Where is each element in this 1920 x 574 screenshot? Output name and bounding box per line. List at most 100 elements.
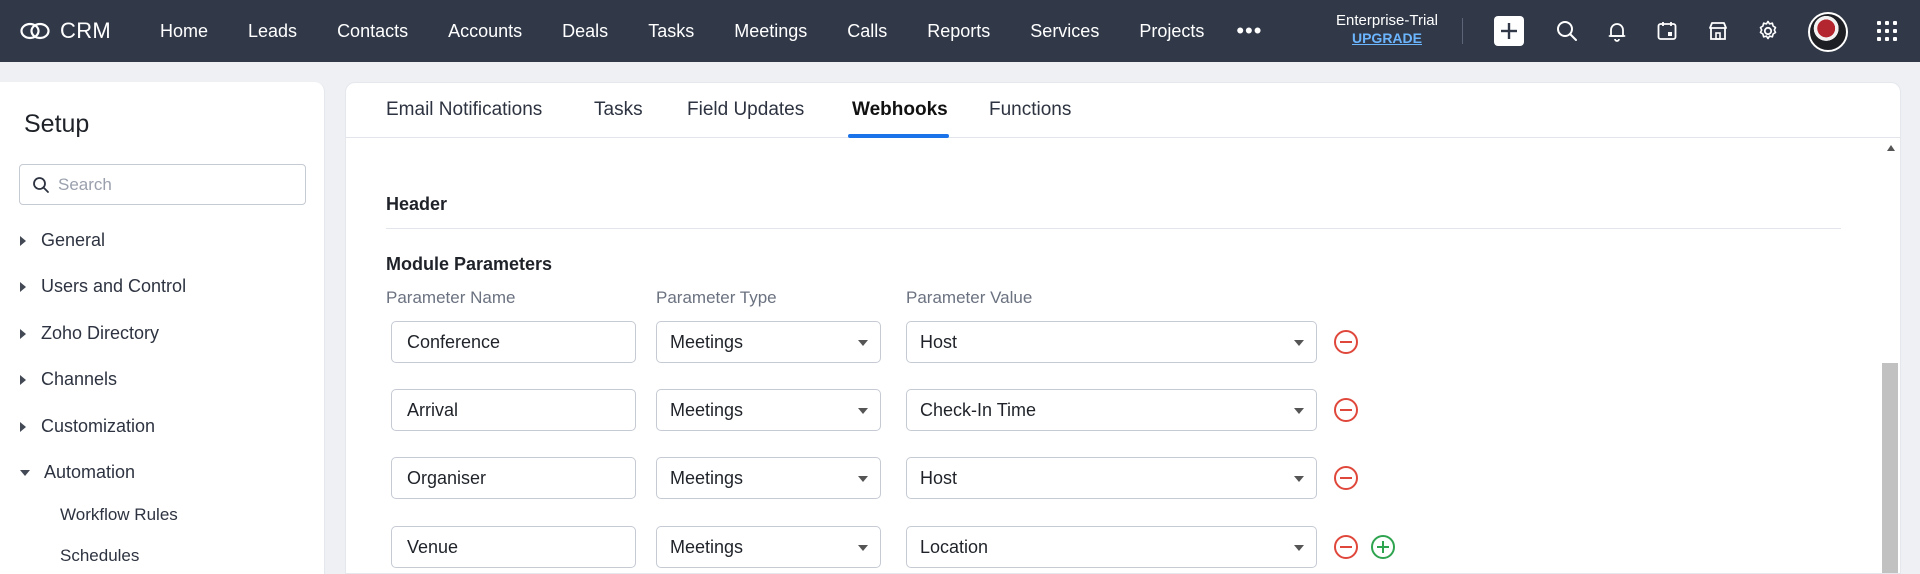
remove-row-button[interactable] [1334,398,1358,422]
scrollbar-thumb[interactable] [1882,363,1898,573]
scroll-up-arrow-icon[interactable] [1887,145,1895,151]
section-divider [386,228,1841,229]
nav-accounts[interactable]: Accounts [448,0,522,62]
nav-calls[interactable]: Calls [847,0,887,62]
parameter-value-select[interactable]: Host [906,457,1317,499]
remove-row-button[interactable] [1334,330,1358,354]
sidebar-item-automation[interactable]: Automation [20,462,135,483]
search-icon [33,176,49,193]
sidebar-item-users-and-control[interactable]: Users and Control [20,276,186,297]
divider [1462,18,1463,44]
sidebar-item-customization[interactable]: Customization [20,416,155,437]
plan-label: Enterprise-Trial [1336,12,1438,29]
sidebar-subitem-schedules[interactable]: Schedules [60,546,139,566]
select-value: Meetings [670,536,744,557]
parameter-type-select[interactable]: Meetings [656,457,881,499]
crm-logo-icon [20,22,50,40]
sidebar-search-input[interactable] [58,174,288,195]
store-icon[interactable] [1706,19,1730,43]
more-icon[interactable]: ••• [1236,20,1262,42]
chevron-down-icon [1294,340,1304,346]
expand-arrow-icon [20,421,26,432]
sidebar-item-label: General [41,230,106,250]
chevron-down-icon [1294,545,1304,551]
main-panel: Email Notifications Tasks Field Updates … [345,82,1901,574]
sidebar-item-zoho-directory[interactable]: Zoho Directory [20,323,159,344]
nav-tasks[interactable]: Tasks [648,0,694,62]
expand-arrow-icon [20,374,26,385]
chevron-down-icon [858,545,868,551]
column-header-parameter-name: Parameter Name [386,288,516,307]
sidebar-title: Setup [24,110,90,138]
parameter-value-select[interactable]: Host [906,321,1317,363]
select-value: Check-In Time [920,399,1037,420]
tab-bar: Email Notifications Tasks Field Updates … [346,83,1900,138]
sidebar-item-label: Users and Control [41,276,187,296]
trial-info: Enterprise-Trial UPGRADE [1326,12,1448,46]
module-parameters-title: Module Parameters [386,254,553,274]
parameter-name-input[interactable] [391,526,636,568]
chevron-down-icon [858,340,868,346]
add-row-button[interactable] [1371,535,1395,559]
upgrade-link[interactable]: UPGRADE [1326,30,1448,46]
nav-leads[interactable]: Leads [248,0,297,62]
parameter-name-input[interactable] [391,321,636,363]
select-value: Location [920,536,989,557]
chevron-down-icon [1294,476,1304,482]
sidebar-search[interactable] [19,164,306,205]
expand-arrow-icon [20,281,26,292]
tab-webhooks[interactable]: Webhooks [852,99,948,121]
nav-meetings[interactable]: Meetings [734,0,807,62]
nav-projects[interactable]: Projects [1139,0,1204,62]
nav-services[interactable]: Services [1030,0,1099,62]
select-value: Meetings [670,331,744,352]
parameter-type-select[interactable]: Meetings [656,321,881,363]
nav-reports[interactable]: Reports [927,0,990,62]
nav-contacts[interactable]: Contacts [337,0,408,62]
tab-email-notifications[interactable]: Email Notifications [386,99,542,121]
sidebar-item-general[interactable]: General [20,230,105,251]
brand[interactable]: CRM [20,18,140,44]
select-value: Host [920,467,958,488]
gear-icon[interactable] [1756,19,1780,43]
remove-row-button[interactable] [1334,535,1358,559]
parameter-value-select[interactable]: Location [906,526,1317,568]
sidebar-item-label: Customization [41,416,156,436]
setup-sidebar: Setup General Users and Control Zoho Dir… [0,82,325,574]
parameter-name-input[interactable] [391,389,636,431]
expand-arrow-icon [20,235,26,246]
sidebar-item-channels[interactable]: Channels [20,369,117,390]
select-value: Meetings [670,399,744,420]
remove-row-button[interactable] [1334,466,1358,490]
parameter-name-input[interactable] [391,457,636,499]
sidebar-subitem-workflow-rules[interactable]: Workflow Rules [60,505,178,525]
parameter-type-select[interactable]: Meetings [656,526,881,568]
main-nav: Home Leads Contacts Accounts Deals Tasks… [140,0,1262,62]
chevron-down-icon [858,476,868,482]
sidebar-item-label: Zoho Directory [41,323,160,343]
sidebar-item-label: Automation [44,462,136,482]
nav-home[interactable]: Home [160,0,208,62]
select-value: Meetings [670,467,744,488]
tab-tasks[interactable]: Tasks [594,99,643,121]
nav-deals[interactable]: Deals [562,0,608,62]
select-value: Host [920,331,958,352]
parameter-type-select[interactable]: Meetings [656,389,881,431]
chevron-down-icon [858,408,868,414]
plus-icon [1501,23,1517,39]
calendar-icon[interactable] [1655,19,1679,43]
create-button[interactable] [1494,16,1524,46]
active-tab-indicator [848,134,949,138]
column-header-parameter-value: Parameter Value [906,288,1033,307]
avatar[interactable] [1808,12,1848,52]
header-section-title: Header [386,194,448,214]
parameter-value-select[interactable]: Check-In Time [906,389,1317,431]
tab-functions[interactable]: Functions [989,99,1071,121]
sidebar-item-label: Channels [41,369,118,389]
app-name: CRM [60,18,112,43]
bell-icon[interactable] [1605,19,1629,43]
search-icon[interactable] [1555,19,1579,43]
grid-icon[interactable] [1877,21,1897,41]
expand-arrow-icon [20,328,26,339]
tab-field-updates[interactable]: Field Updates [687,99,804,121]
